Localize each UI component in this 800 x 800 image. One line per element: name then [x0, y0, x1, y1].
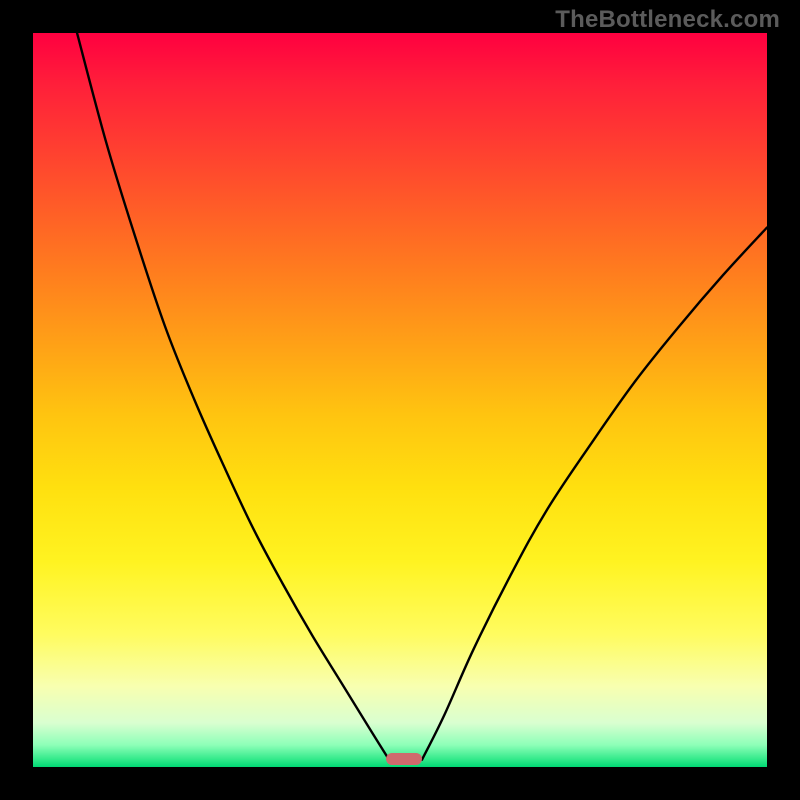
- watermark-text: TheBottleneck.com: [555, 6, 780, 34]
- bottleneck-marker: [386, 753, 422, 765]
- left-curve: [77, 33, 389, 760]
- right-curve: [422, 228, 767, 760]
- chart-curves: [33, 33, 767, 767]
